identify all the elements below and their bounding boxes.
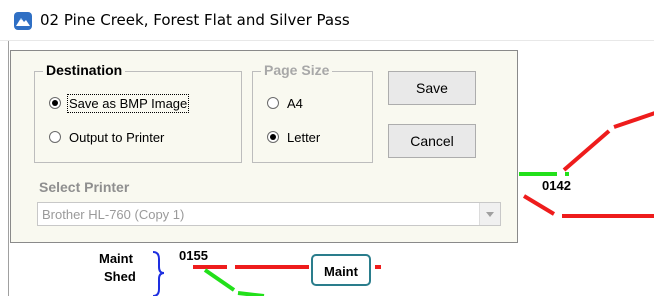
radio-save-bmp[interactable]: Save as BMP Image [49, 93, 190, 113]
radio-a4-indicator[interactable] [267, 97, 279, 109]
mountain-app-icon [14, 12, 32, 30]
radio-output-printer-label: Output to Printer [69, 129, 165, 145]
maint-shed-label-line2: Shed [104, 269, 136, 284]
cancel-button[interactable]: Cancel [388, 124, 476, 158]
export-dialog: Destination Save as BMP Image Output to … [10, 50, 518, 243]
page-size-group-title: Page Size [261, 62, 333, 78]
maint-block[interactable]: Maint [311, 254, 371, 286]
destination-group: Destination Save as BMP Image Output to … [34, 62, 242, 163]
radio-save-bmp-label: Save as BMP Image [66, 93, 190, 113]
block-label-0142: 0142 [542, 178, 571, 193]
radio-output-printer[interactable]: Output to Printer [49, 128, 164, 146]
destination-group-title: Destination [43, 62, 126, 78]
select-printer-label: Select Printer [39, 179, 130, 195]
page-size-group: Page Size A4 Letter [252, 62, 373, 163]
block-label-0155: 0155 [179, 248, 208, 263]
radio-letter-label: Letter [287, 129, 321, 145]
radio-output-printer-indicator[interactable] [49, 131, 61, 143]
maint-shed-label-line1: Maint [99, 251, 133, 266]
save-button[interactable]: Save [388, 71, 476, 105]
radio-letter[interactable]: Letter [267, 128, 320, 146]
chevron-down-icon[interactable] [479, 203, 500, 225]
printer-select-value: Brother HL-760 (Copy 1) [42, 207, 185, 222]
maint-block-label: Maint [324, 264, 358, 279]
window-title: 02 Pine Creek, Forest Flat and Silver Pa… [40, 11, 350, 29]
radio-save-bmp-indicator[interactable] [49, 97, 61, 109]
radio-letter-indicator[interactable] [267, 131, 279, 143]
title-bar: 02 Pine Creek, Forest Flat and Silver Pa… [0, 0, 654, 41]
radio-a4-label: A4 [287, 95, 303, 111]
radio-a4[interactable]: A4 [267, 94, 303, 112]
printer-select[interactable]: Brother HL-760 (Copy 1) [37, 202, 501, 226]
